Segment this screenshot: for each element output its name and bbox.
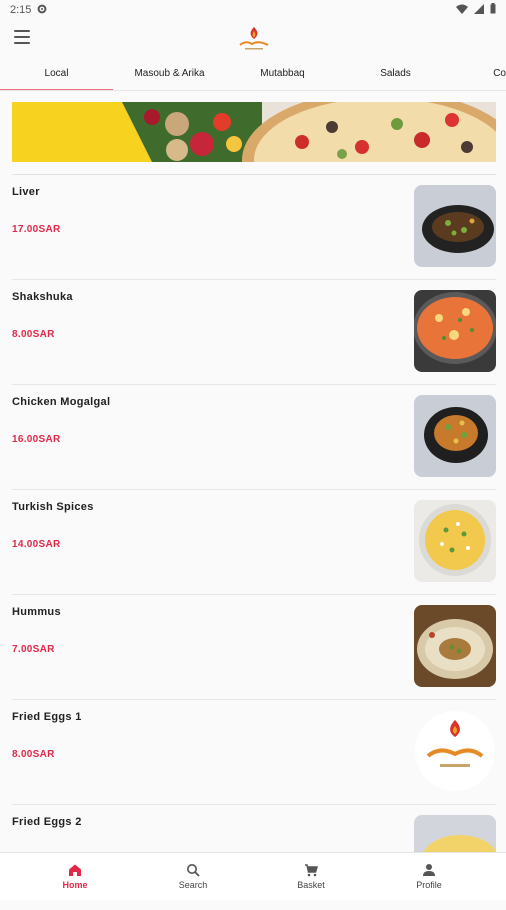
item-photo[interactable]: [414, 710, 496, 792]
tab-cold-drinks[interactable]: Cold D: [452, 58, 506, 90]
list-item[interactable]: Shakshuka 8.00SAR: [0, 280, 506, 385]
nav-basket-label: Basket: [297, 880, 325, 890]
app-bar: [0, 20, 506, 58]
wifi-icon: [456, 4, 468, 17]
item-price: 17.00SAR: [12, 224, 61, 235]
tab-salads[interactable]: Salads: [339, 58, 452, 90]
status-bar: 2:15: [0, 0, 506, 20]
item-price: 16.00SAR: [12, 434, 61, 445]
list-item[interactable]: Hummus 7.00SAR: [0, 595, 506, 700]
item-name: Liver: [12, 186, 40, 198]
signal-icon: [474, 3, 484, 17]
item-photo[interactable]: [414, 185, 496, 267]
tab-local[interactable]: Local: [0, 58, 113, 90]
list-item[interactable]: Turkish Spices 14.00SAR: [0, 490, 506, 595]
nav-home-label: Home: [62, 880, 88, 890]
settings-icon: [37, 4, 47, 17]
status-time: 2:15: [10, 4, 32, 16]
nav-basket[interactable]: Basket: [252, 853, 370, 900]
item-photo[interactable]: [414, 290, 496, 372]
item-price: 8.00SAR: [12, 329, 55, 340]
item-price: 14.00SAR: [12, 539, 61, 550]
home-icon: [69, 864, 81, 876]
nav-home[interactable]: Home: [16, 853, 134, 900]
item-name: Fried Eggs 2: [12, 816, 82, 828]
item-photo[interactable]: [414, 605, 496, 687]
search-icon: [187, 864, 200, 877]
menu-item-list: Liver 17.00SAR Shakshuka 8.00SAR Chicken…: [0, 175, 506, 910]
tab-masoub-arika[interactable]: Masoub & Arika: [113, 58, 226, 90]
category-tabs: Local Masoub & Arika Mutabbaq Salads Col…: [0, 58, 506, 91]
item-photo[interactable]: [414, 395, 496, 477]
item-price: 7.00SAR: [12, 644, 55, 655]
flame-logo-icon: [236, 25, 272, 53]
cart-icon: [305, 864, 318, 877]
item-name: Turkish Spices: [12, 501, 94, 513]
list-item[interactable]: Chicken Mogalgal 16.00SAR: [0, 385, 506, 490]
item-photo[interactable]: [414, 500, 496, 582]
nav-search[interactable]: Search: [134, 853, 252, 900]
list-item[interactable]: Fried Eggs 1 8.00SAR: [0, 700, 506, 805]
battery-icon: [490, 3, 496, 17]
nav-search-label: Search: [178, 880, 208, 890]
item-name: Shakshuka: [12, 291, 73, 303]
tab-mutabbaq[interactable]: Mutabbaq: [226, 58, 339, 90]
person-icon: [423, 864, 435, 876]
nav-profile-label: Profile: [416, 880, 442, 890]
item-name: Fried Eggs 1: [12, 711, 82, 723]
menu-icon[interactable]: [14, 30, 30, 44]
item-name: Hummus: [12, 606, 61, 618]
nav-profile[interactable]: Profile: [370, 853, 488, 900]
item-name: Chicken Mogalgal: [12, 396, 111, 408]
promo-banner[interactable]: [12, 102, 496, 162]
item-price: 8.00SAR: [12, 749, 55, 760]
bottom-navigation: Home Search Basket Profile: [0, 852, 506, 900]
list-item[interactable]: Liver 17.00SAR: [0, 175, 506, 280]
